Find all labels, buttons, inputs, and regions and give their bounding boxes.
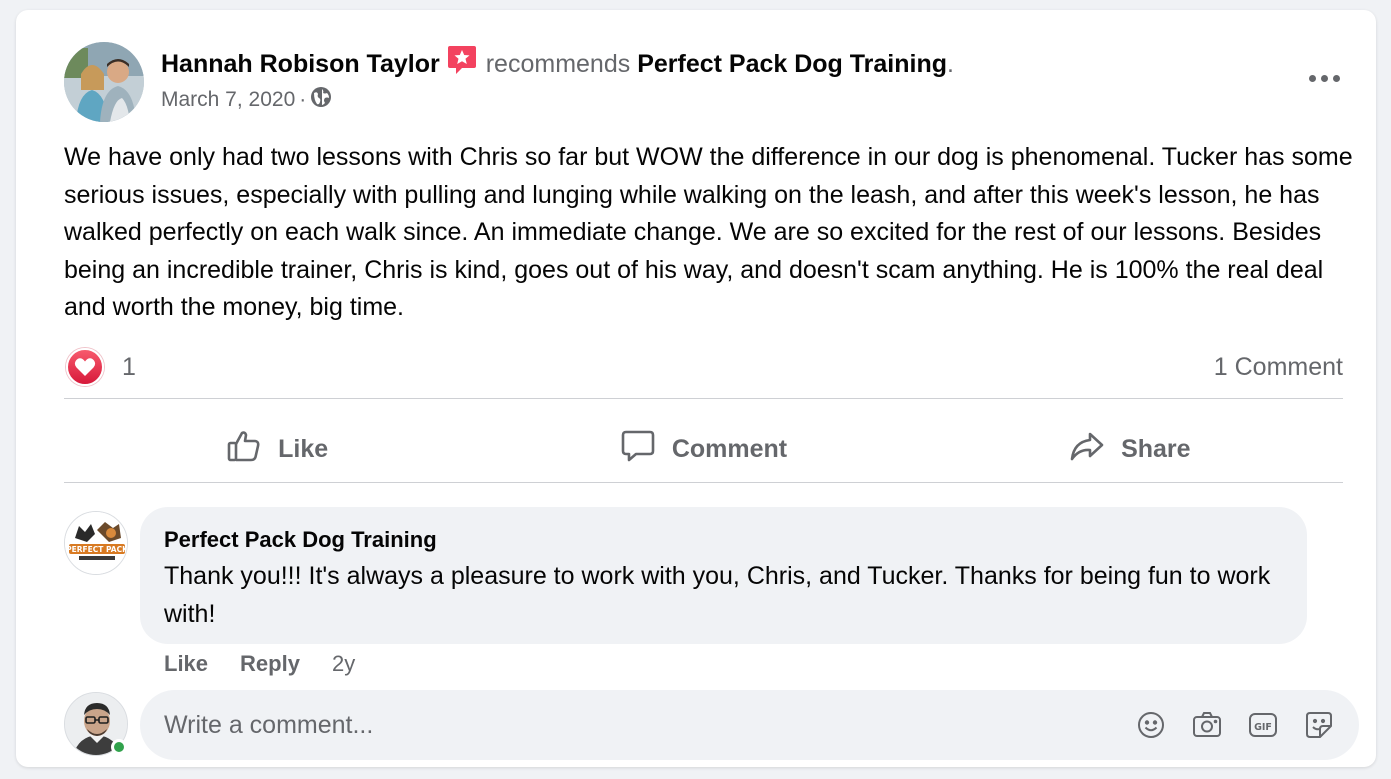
love-reaction-icon bbox=[66, 348, 104, 386]
more-dot bbox=[1332, 74, 1340, 82]
post-body: We have only had two lessons with Chris … bbox=[64, 143, 1353, 321]
post-header: Hannah Robison Taylor recommends Perfect … bbox=[161, 44, 954, 79]
meta-separator: · bbox=[299, 88, 307, 111]
camera-icon[interactable] bbox=[1191, 709, 1223, 741]
comment-reply-button[interactable]: Reply bbox=[240, 651, 300, 677]
current-user-avatar[interactable] bbox=[64, 692, 128, 756]
recommended-page-link[interactable]: Perfect Pack Dog Training bbox=[637, 50, 947, 78]
svg-text:GIF: GIF bbox=[1254, 722, 1272, 733]
comment-composer: GIF bbox=[140, 690, 1359, 760]
share-button[interactable]: Share bbox=[917, 410, 1343, 488]
sticker-icon[interactable] bbox=[1303, 709, 1335, 741]
comment-label: Comment bbox=[671, 434, 788, 463]
comment-bubble-icon bbox=[620, 428, 656, 471]
comment-like-button[interactable]: Like bbox=[164, 651, 208, 677]
post-meta: March 7, 2020 · bbox=[161, 86, 332, 114]
comment-timestamp[interactable]: 2y bbox=[332, 651, 355, 677]
author-name[interactable]: Hannah Robison Taylor bbox=[161, 50, 440, 78]
post-date[interactable]: March 7, 2020 bbox=[161, 88, 295, 112]
comment-bubble: Perfect Pack Dog Training Thank you!!! I… bbox=[140, 507, 1307, 644]
divider bbox=[64, 482, 1343, 483]
author-avatar[interactable] bbox=[64, 42, 144, 122]
write-comment-input[interactable] bbox=[164, 710, 1135, 740]
header-period: . bbox=[947, 50, 954, 78]
comment-actions: Like Reply 2y bbox=[164, 651, 355, 677]
more-dot bbox=[1320, 74, 1328, 82]
reaction-count: 1 bbox=[122, 352, 136, 381]
composer-tools: GIF bbox=[1135, 709, 1335, 741]
comment-text: Thank you!!! It's always a pleasure to w… bbox=[164, 562, 1271, 628]
like-label: Like bbox=[278, 434, 329, 463]
emoji-icon[interactable] bbox=[1135, 709, 1167, 741]
like-button[interactable]: Like bbox=[64, 410, 490, 488]
more-dot bbox=[1308, 74, 1316, 82]
recommendation-badge-icon bbox=[446, 44, 478, 76]
share-label: Share bbox=[1121, 434, 1191, 463]
share-arrow-icon bbox=[1069, 428, 1105, 471]
gif-icon[interactable]: GIF bbox=[1247, 709, 1279, 741]
online-status-dot bbox=[111, 739, 127, 755]
comment-button[interactable]: Comment bbox=[490, 410, 916, 488]
globe-icon[interactable] bbox=[310, 86, 332, 114]
page-avatar[interactable]: PERFECT PACK bbox=[64, 511, 128, 575]
action-bar: Like Comment Share bbox=[64, 410, 1343, 488]
reactions-summary[interactable]: 1 bbox=[66, 348, 136, 386]
comment-count-link[interactable]: 1 Comment bbox=[1214, 353, 1343, 382]
divider bbox=[64, 398, 1343, 399]
comment-author[interactable]: Perfect Pack Dog Training bbox=[164, 527, 1283, 553]
svg-text:PERFECT PACK: PERFECT PACK bbox=[66, 545, 128, 554]
more-options-button[interactable] bbox=[1304, 66, 1344, 90]
recommends-verb: recommends bbox=[485, 50, 631, 78]
thumbs-up-icon bbox=[226, 428, 262, 471]
post-card: Hannah Robison Taylor recommends Perfect … bbox=[16, 10, 1376, 767]
